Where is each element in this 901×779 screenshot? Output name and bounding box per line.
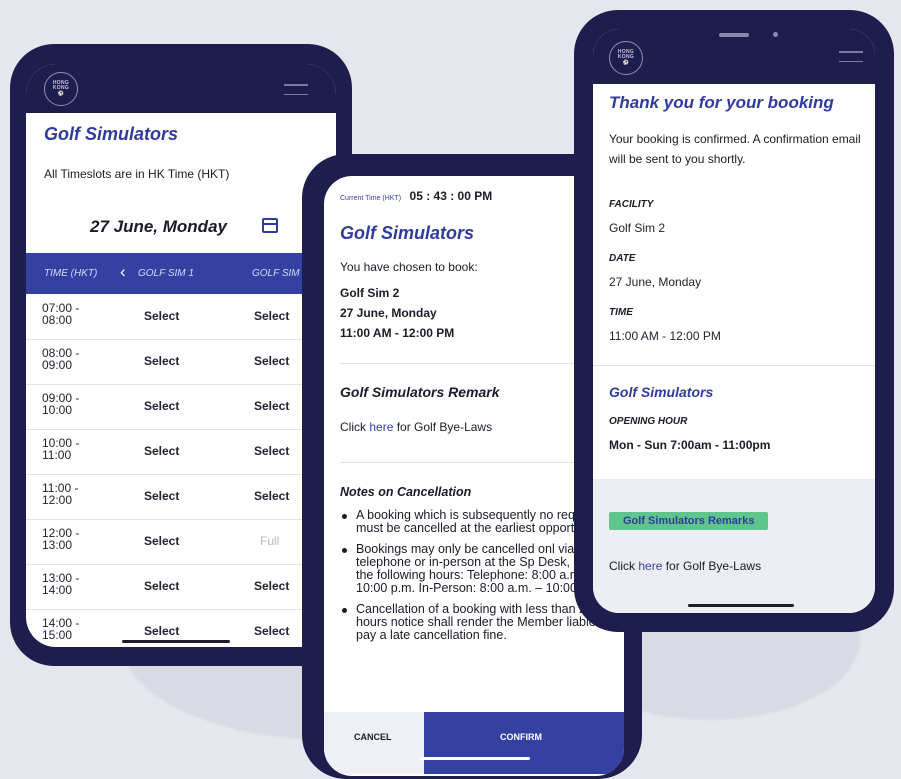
- timeslot-table: 07:00 - 08:00 Select Select 08:00 - 09:0…: [26, 294, 336, 647]
- page-title: Golf Simulators: [340, 223, 475, 243]
- section-title: Golf Simulators: [609, 384, 714, 400]
- table-row: 12:00 - 13:00 Select Full: [26, 519, 336, 565]
- header-bar: HONG KONG ⚽: [26, 64, 336, 113]
- menu-icon[interactable]: [839, 51, 863, 63]
- select-sim1-button[interactable]: Select: [144, 579, 179, 593]
- row-time: 07:00 - 08:00: [42, 301, 80, 327]
- row-time: 13:00 - 14:00: [42, 571, 80, 597]
- facility-label: FACILITY: [609, 199, 654, 210]
- current-time-value: 05 : 43 : 00 PM: [409, 189, 493, 203]
- confirm-button[interactable]: CONFIRM: [424, 712, 624, 774]
- table-row: 13:00 - 14:00 Select Select: [26, 564, 336, 610]
- date-label: DATE: [609, 253, 636, 264]
- column-header-time: TIME (HKT): [44, 268, 98, 279]
- time-value: 11:00 AM - 12:00 PM: [609, 329, 721, 343]
- chosen-label: You have chosen to book:: [340, 260, 478, 274]
- remark-title: Golf Simulators Remark: [340, 384, 500, 400]
- chevron-left-icon[interactable]: ‹: [120, 262, 126, 282]
- click-prefix: Click: [340, 420, 370, 434]
- list-item: Cancellation of a booking with less than…: [340, 603, 612, 642]
- home-indicator: [420, 757, 530, 760]
- select-sim1-button[interactable]: Select: [144, 534, 179, 548]
- header-bar: HONG KONG ⚽: [593, 29, 875, 84]
- table-row: 10:00 - 11:00 Select Select: [26, 429, 336, 475]
- confirm-label: CONFIRM: [500, 732, 542, 742]
- booking-facility: Golf Sim 2: [340, 286, 400, 300]
- club-logo-icon: HONG KONG ⚽: [609, 41, 643, 75]
- select-sim2-button[interactable]: Select: [254, 579, 289, 593]
- select-sim1-button[interactable]: Select: [144, 444, 179, 458]
- remarks-panel: Golf Simulators Remarks Click here for G…: [593, 479, 875, 613]
- table-row: 09:00 - 10:00 Select Select: [26, 384, 336, 430]
- select-sim1-button[interactable]: Select: [144, 354, 179, 368]
- select-sim2-button[interactable]: Select: [254, 354, 289, 368]
- remarks-badge[interactable]: Golf Simulators Remarks: [609, 512, 769, 530]
- table-row: 08:00 - 09:00 Select Select: [26, 339, 336, 385]
- select-sim2-button[interactable]: Select: [254, 399, 289, 413]
- select-sim1-button[interactable]: Select: [144, 399, 179, 413]
- confirmation-message: Your booking is confirmed. A confirmatio…: [609, 132, 861, 166]
- camera: [773, 32, 778, 37]
- speaker: [719, 33, 749, 37]
- date-value: 27 June, Monday: [609, 275, 702, 289]
- cancellation-notes: A booking which is subsequently no requi…: [340, 509, 612, 650]
- cancel-button[interactable]: CANCEL: [324, 712, 424, 774]
- current-time-label: Current Time (HKT): [340, 195, 402, 202]
- column-header-sim2: GOLF SIM 2: [252, 268, 308, 279]
- list-item: Bookings may only be cancelled onl via t…: [340, 543, 612, 595]
- selected-date: 27 June, Monday: [90, 217, 227, 236]
- select-sim1-button[interactable]: Select: [144, 624, 179, 638]
- select-sim1-button[interactable]: Select: [144, 489, 179, 503]
- table-header: TIME (HKT) ‹ GOLF SIM 1 GOLF SIM 2: [26, 253, 336, 294]
- row-time: 10:00 - 11:00: [42, 436, 80, 462]
- select-sim1-button[interactable]: Select: [144, 309, 179, 323]
- menu-icon[interactable]: [284, 84, 308, 96]
- table-row: 11:00 - 12:00 Select Select: [26, 474, 336, 520]
- bye-laws-link[interactable]: here: [638, 559, 662, 573]
- row-time: 14:00 - 15:00: [42, 616, 80, 642]
- page-title: Thank you for your booking: [609, 93, 834, 112]
- notch: [669, 29, 799, 49]
- full-sim2-label: Full: [260, 534, 280, 548]
- select-sim2-button[interactable]: Select: [254, 489, 289, 503]
- booking-date: 27 June, Monday: [340, 306, 437, 320]
- screen-timeslots: HONG KONG ⚽ Golf Simulators All Timeslots…: [26, 64, 336, 647]
- current-time-row: Current Time (HKT) 05 : 43 : 00 PM: [340, 187, 492, 205]
- calendar-icon[interactable]: [262, 218, 278, 233]
- bye-laws-text: Click here for Golf Bye-Laws: [609, 559, 761, 573]
- divider: [593, 365, 875, 366]
- home-indicator: [688, 604, 794, 607]
- opening-hour-label: OPENING HOUR: [609, 416, 688, 427]
- row-time: 12:00 - 13:00: [42, 526, 80, 552]
- time-label: TIME: [609, 307, 633, 318]
- click-suffix: for Golf Bye-Laws: [662, 559, 762, 573]
- timezone-note: All Timeslots are in HK Time (HKT): [44, 167, 230, 181]
- select-sim2-button[interactable]: Select: [254, 309, 289, 323]
- bye-laws-text: Click here for Golf Bye-Laws: [340, 420, 492, 434]
- select-sim2-button[interactable]: Select: [254, 624, 289, 638]
- notes-title: Notes on Cancellation: [340, 485, 472, 499]
- phone-booking-success: HONG KONG ⚽ Thank you for your booking Yo…: [574, 10, 894, 632]
- home-indicator: [122, 640, 230, 643]
- club-logo-icon: HONG KONG ⚽: [44, 72, 78, 106]
- select-sim2-button[interactable]: Select: [254, 444, 289, 458]
- row-time: 11:00 - 12:00: [42, 481, 79, 507]
- opening-hour-value: Mon - Sun 7:00am - 11:00pm: [609, 438, 771, 452]
- click-suffix: for Golf Bye-Laws: [393, 420, 493, 434]
- table-row: 07:00 - 08:00 Select Select: [26, 294, 336, 340]
- list-item: A booking which is subsequently no requi…: [340, 509, 612, 535]
- screen-thank-you: HONG KONG ⚽ Thank you for your booking Yo…: [593, 29, 875, 613]
- row-time: 08:00 - 09:00: [42, 346, 80, 372]
- click-prefix: Click: [609, 559, 639, 573]
- page-title: Golf Simulators: [44, 124, 179, 144]
- bye-laws-link[interactable]: here: [369, 420, 393, 434]
- cancel-label: CANCEL: [354, 732, 392, 742]
- booking-time: 11:00 AM - 12:00 PM: [340, 326, 455, 340]
- row-time: 09:00 - 10:00: [42, 391, 80, 417]
- column-header-sim1: GOLF SIM 1: [138, 268, 194, 279]
- phone-golf-timeslots: HONG KONG ⚽ Golf Simulators All Timeslots…: [10, 44, 352, 666]
- facility-value: Golf Sim 2: [609, 221, 666, 235]
